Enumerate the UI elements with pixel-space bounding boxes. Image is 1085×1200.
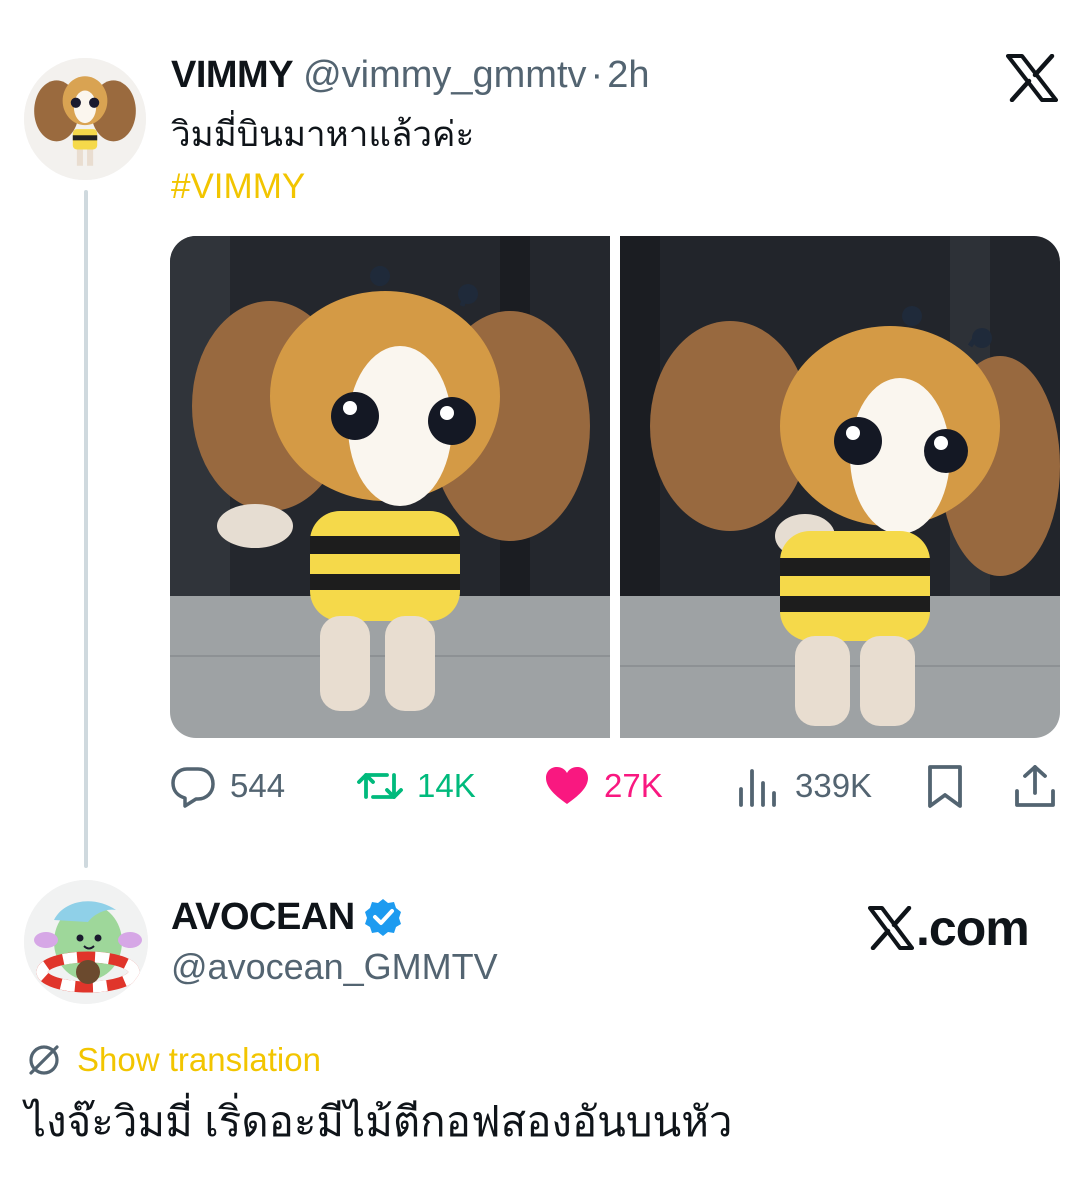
mascot-photo-2[interactable]	[620, 236, 1060, 738]
like-button[interactable]: 27K	[544, 760, 663, 812]
separator-dot: ·	[590, 54, 604, 96]
reply-count: 544	[230, 767, 286, 804]
like-count: 27K	[604, 767, 663, 804]
tweet-timestamp[interactable]: 2h	[607, 54, 649, 96]
x-logo-icon	[868, 906, 914, 950]
show-translation-label[interactable]: Show translation	[77, 1041, 321, 1079]
reply-icon	[171, 767, 215, 808]
repost-button[interactable]: 14K	[357, 760, 476, 812]
hashtag-link[interactable]: #VIMMY	[171, 164, 305, 210]
show-translation-link[interactable]: Show translation	[25, 1038, 321, 1082]
author-handle[interactable]: @vimmy_gmmtv	[303, 54, 586, 96]
vimmy-avatar[interactable]	[24, 58, 146, 180]
tweet-text: วิมมี่บินมาหาแล้วค่ะ	[171, 115, 475, 154]
author-name[interactable]: VIMMY	[171, 54, 294, 96]
x-logo-icon	[1006, 53, 1058, 103]
reply-author-name-text[interactable]: AVOCEAN	[171, 894, 355, 940]
bookmark-button[interactable]	[922, 760, 982, 812]
views-button[interactable]: 339K	[735, 760, 872, 812]
views-count: 339K	[795, 767, 873, 804]
share-button[interactable]	[1012, 760, 1072, 812]
tweet-actions-bar: 544 14K 27K 339K	[170, 760, 1060, 812]
mascot-photo-1[interactable]	[170, 236, 610, 738]
avocean-avatar[interactable]	[24, 880, 148, 1004]
x-com-brand: .com	[868, 900, 1030, 956]
share-icon	[1015, 765, 1055, 807]
translate-icon	[29, 1045, 59, 1075]
views-icon	[739, 769, 776, 807]
reply-text: ไงจ๊ะวิมมี่ เริ่ดอะมีไม้ตีกอฟสองอันบนหัว	[25, 1098, 733, 1145]
repost-count: 14K	[417, 767, 476, 804]
tweet-header: VIMMY @vimmy_gmmtv · 2h	[171, 52, 649, 98]
reply-button[interactable]: 544	[170, 760, 285, 812]
bookmark-icon	[928, 765, 962, 808]
repost-icon	[357, 773, 403, 799]
tweet-media-grid	[170, 236, 1060, 738]
verified-badge-icon	[364, 899, 401, 936]
reply-author-name[interactable]: AVOCEAN	[171, 894, 403, 940]
x-com-label: .com	[916, 900, 1030, 956]
heart-icon	[546, 767, 588, 804]
thread-connector-line	[84, 190, 88, 868]
reply-author-handle[interactable]: @avocean_GMMTV	[171, 944, 498, 990]
